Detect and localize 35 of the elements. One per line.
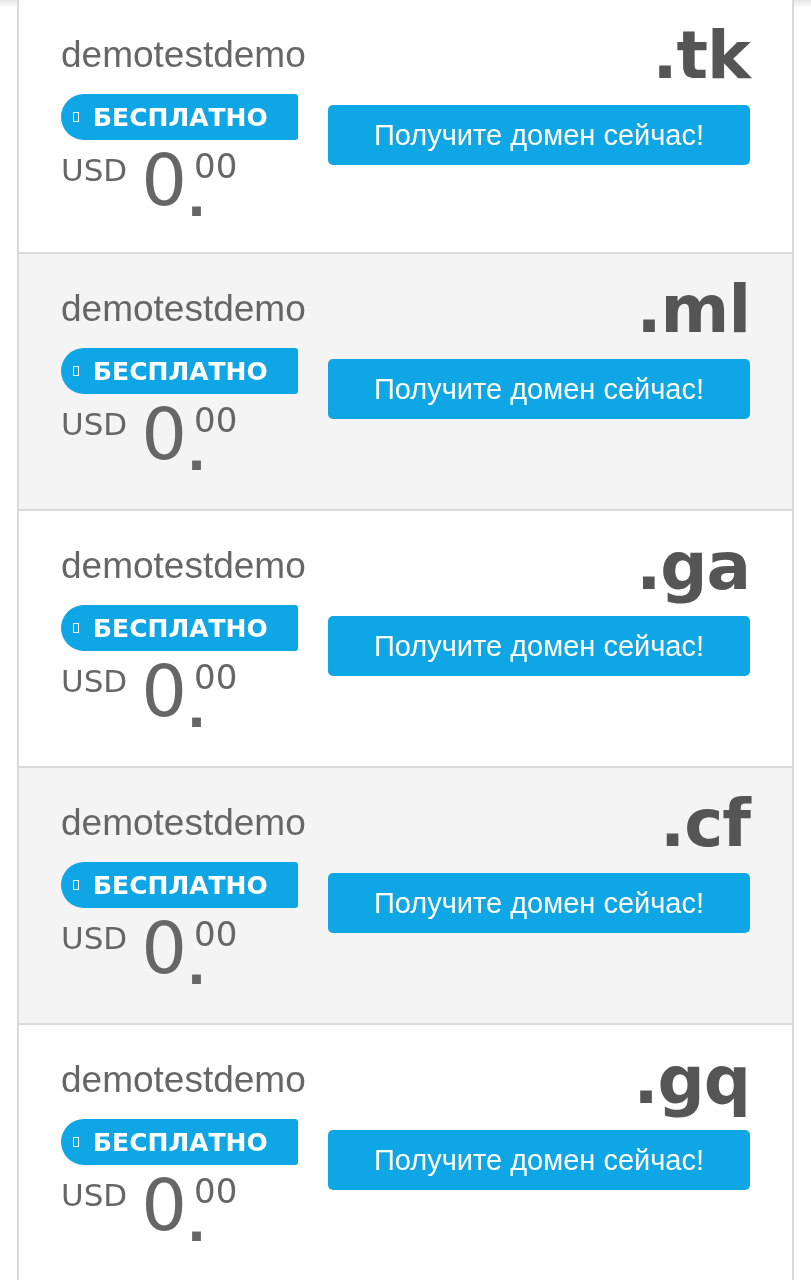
domain-name: demotestdemo [61, 34, 306, 76]
badge-text: БЕСПЛАТНО [93, 870, 268, 900]
price-whole: 0 [141, 651, 188, 731]
currency-label: USD [61, 1177, 128, 1213]
glyph-box-icon [73, 623, 79, 633]
price-whole: 0 [141, 908, 188, 988]
domain-extension: .ga [636, 529, 750, 605]
badge-text: БЕСПЛАТНО [93, 102, 268, 132]
get-domain-button[interactable]: Получите домен сейчас! [328, 105, 750, 165]
currency-label: USD [61, 920, 128, 956]
get-domain-button[interactable]: Получите домен сейчас! [328, 359, 750, 419]
domain-extension: .tk [652, 18, 750, 94]
glyph-box-icon [73, 1137, 79, 1147]
glyph-box-icon [73, 366, 79, 376]
glyph-box-icon [73, 112, 79, 122]
badge-text: БЕСПЛАТНО [93, 613, 268, 643]
get-domain-button[interactable]: Получите домен сейчас! [328, 1130, 750, 1190]
price-whole: 0 [141, 394, 188, 474]
get-domain-button[interactable]: Получите домен сейчас! [328, 873, 750, 933]
currency-label: USD [61, 663, 128, 699]
glyph-box-icon [73, 880, 79, 890]
domain-name: demotestdemo [61, 1059, 306, 1101]
badge-text: БЕСПЛАТНО [93, 356, 268, 386]
price-whole: 0 [141, 1165, 188, 1245]
domain-extension: .ml [636, 272, 750, 348]
currency-label: USD [61, 152, 128, 188]
price-whole: 0 [141, 140, 188, 220]
domain-extension: .cf [660, 786, 750, 862]
get-domain-button[interactable]: Получите домен сейчас! [328, 616, 750, 676]
domain-extension: .gq [633, 1043, 750, 1119]
domain-name: demotestdemo [61, 288, 306, 330]
badge-text: БЕСПЛАТНО [93, 1127, 268, 1157]
domain-name: demotestdemo [61, 802, 306, 844]
currency-label: USD [61, 406, 128, 442]
domain-name: demotestdemo [61, 545, 306, 587]
